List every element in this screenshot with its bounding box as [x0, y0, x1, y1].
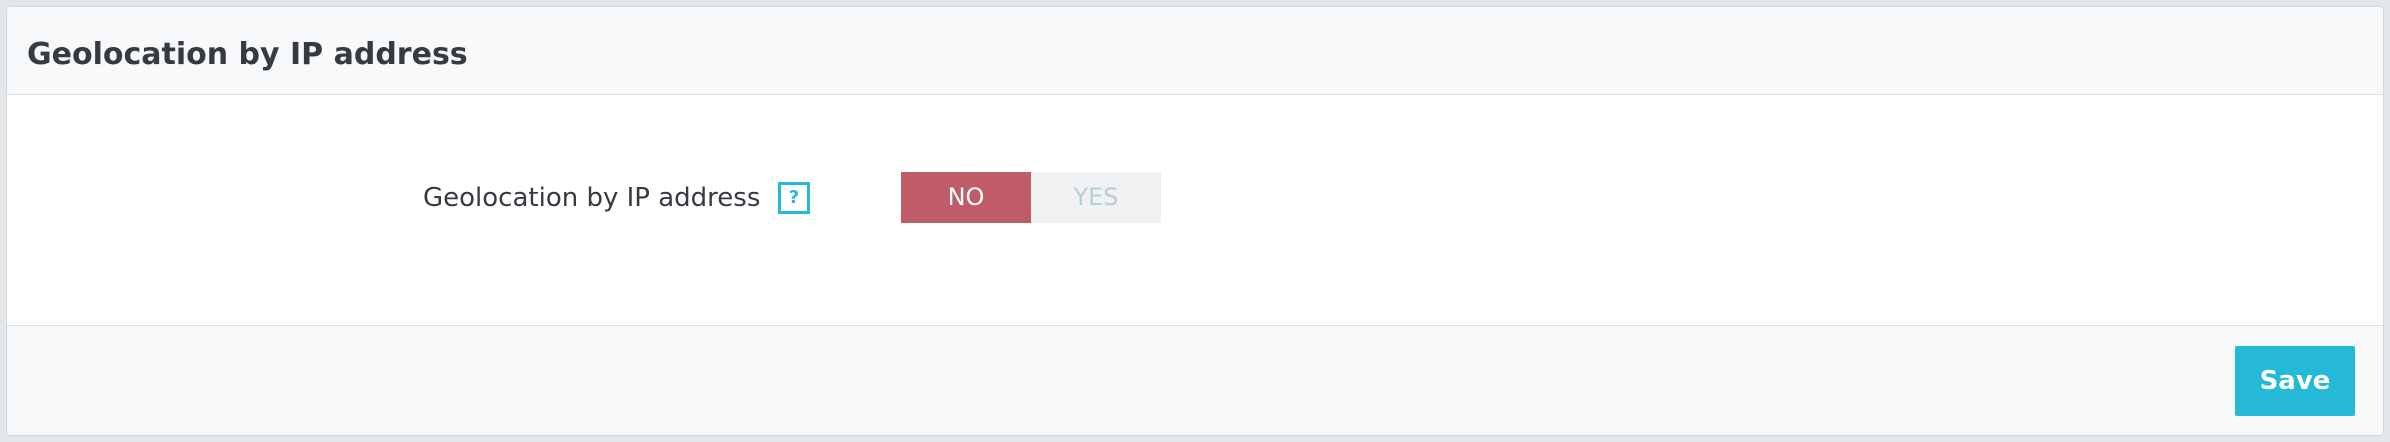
panel-heading: Geolocation by IP address: [7, 7, 2383, 95]
panel-title: Geolocation by IP address: [27, 37, 468, 72]
geolocation-label: Geolocation by IP address: [423, 183, 761, 213]
toggle-no-option[interactable]: NO: [901, 172, 1031, 223]
geolocation-toggle[interactable]: NO YES: [901, 172, 1161, 223]
help-icon[interactable]: ?: [778, 182, 810, 214]
panel-body: Geolocation by IP address ? NO YES: [7, 95, 2383, 331]
toggle-yes-option[interactable]: YES: [1031, 172, 1161, 223]
save-button[interactable]: Save: [2235, 346, 2355, 416]
panel-footer: Save: [7, 325, 2383, 435]
geolocation-panel: Geolocation by IP address Geolocation by…: [6, 6, 2384, 436]
